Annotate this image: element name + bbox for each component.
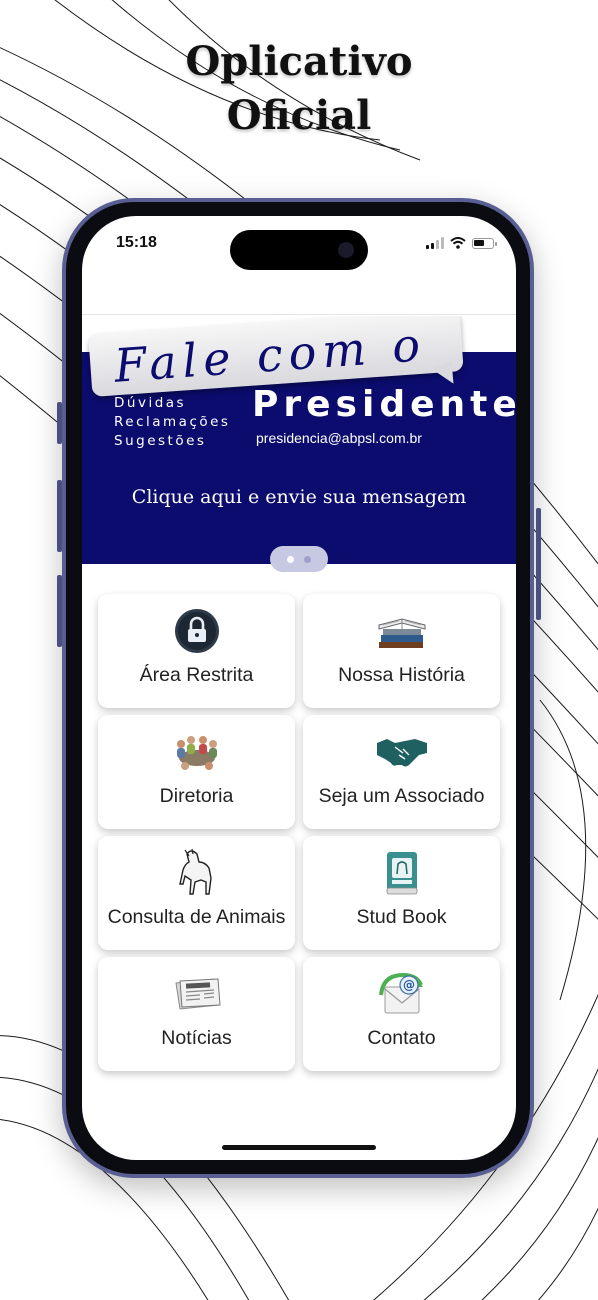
menu-tile-nossa-historia[interactable]: Nossa História [303,594,500,708]
menu-grid: Área Restrita Nossa História Diretoria S… [98,594,500,1071]
stud-book-icon [386,852,417,895]
banner-subtitle: Reclamações [114,414,231,430]
headline-line-2: Oficial [226,92,372,139]
menu-tile-label: Consulta de Animais [107,906,286,928]
wifi-icon [450,237,466,249]
pager-dot-active[interactable] [287,555,294,563]
menu-tile-area-restrita[interactable]: Área Restrita [98,594,295,708]
menu-tile-diretoria[interactable]: Diretoria [98,715,295,829]
phone-screen: 15:18 Fale com o Dúvidas Reclamações Sug… [82,216,516,1160]
books-icon [378,618,425,648]
lock-icon [174,609,219,653]
camera-icon [338,242,354,258]
svg-text:@: @ [403,978,415,992]
menu-tile-label: Contato [367,1027,436,1049]
horse-icon [178,848,212,895]
menu-tile-label: Stud Book [356,906,447,928]
menu-tile-stud-book[interactable]: Stud Book [303,836,500,950]
newspaper-icon [174,978,221,1010]
menu-tile-label: Diretoria [159,785,234,807]
phone-side-button [57,480,62,552]
email-icon: @ [378,972,423,1014]
signal-icon [426,237,444,249]
menu-tile-consulta-animais[interactable]: Consulta de Animais [98,836,295,950]
menu-tile-contato[interactable]: @ Contato [303,957,500,1071]
phone-side-button [536,508,541,620]
menu-tile-label: Área Restrita [139,664,254,686]
banner-subtitle: Sugestões [114,433,207,449]
menu-tile-seja-associado[interactable]: Seja um Associado [303,715,500,829]
president-banner[interactable]: Fale com o Dúvidas Reclamações Sugestões… [82,316,516,564]
pager-dot[interactable] [304,555,311,563]
meeting-table-icon [176,736,217,770]
home-indicator[interactable] [222,1145,376,1150]
handshake-icon [376,739,427,767]
status-icons [426,236,497,250]
menu-tile-label: Seja um Associado [318,785,485,807]
banner-subtitle: Dúvidas [114,395,187,411]
menu-tile-noticias[interactable]: Notícias [98,957,295,1071]
banner-subtitles: Dúvidas Reclamações Sugestões [114,394,230,451]
status-time: 15:18 [116,234,157,251]
headline-line-1: Oplicativo [185,38,413,85]
phone-side-button [57,402,62,444]
menu-tile-label: Nossa História [338,664,465,686]
phone-side-button [57,575,62,647]
header-divider [82,314,516,315]
battery-icon [472,237,497,249]
banner-email: presidencia@abpsl.com.br [256,430,422,446]
banner-cta[interactable]: Clique aqui e envie sua mensagem [82,486,516,508]
banner-heading: Presidente [252,384,516,425]
carousel-pager[interactable] [270,546,328,572]
dynamic-island [230,230,368,270]
menu-tile-label: Notícias [161,1027,232,1049]
status-bar: 15:18 [82,216,516,272]
